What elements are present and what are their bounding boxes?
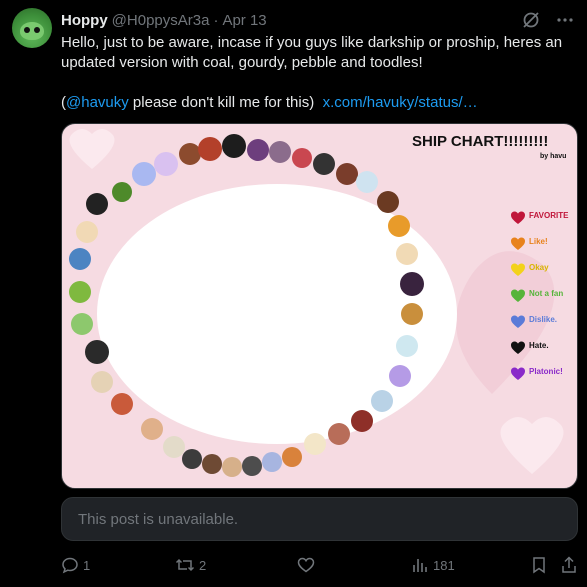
character-icon [396, 243, 418, 265]
header-separator: · [213, 11, 219, 29]
character-icon [401, 303, 423, 325]
unavailable-text: This post is unavailable. [78, 510, 239, 528]
character-icon [282, 447, 302, 467]
post-text: Hello, just to be aware, incase if you g… [61, 33, 581, 113]
reply-icon [62, 557, 78, 574]
heart-icon [297, 557, 315, 573]
legend-label: Hate. [529, 341, 549, 350]
legend-label: Platonic! [529, 367, 563, 376]
legend-label: FAVORITE [529, 211, 569, 220]
character-icon [371, 390, 393, 412]
legend-label: Okay [529, 263, 549, 272]
like-button[interactable] [297, 556, 319, 574]
reply-count: 1 [83, 557, 91, 573]
character-icon [389, 365, 411, 387]
character-icon [111, 393, 133, 415]
character-icon [304, 433, 326, 455]
author-display-name[interactable]: Hoppy [61, 12, 108, 29]
chart-byline: by havu [540, 153, 566, 160]
bookmark-icon [533, 557, 545, 574]
character-icon [377, 191, 399, 213]
character-icon [163, 436, 185, 458]
quoted-post-unavailable: This post is unavailable. [61, 497, 578, 541]
grok-icon[interactable] [521, 10, 541, 30]
view-count: 181 [433, 557, 455, 573]
analytics-icon [413, 559, 427, 572]
bg-heart-decoration [69, 129, 115, 169]
author-handle[interactable]: @H0ppysAr3a [112, 12, 210, 29]
chart-title: SHIP CHART!!!!!!!!! [412, 133, 548, 150]
character-icon [154, 152, 178, 176]
character-icon [351, 410, 373, 432]
post-text-line: updated version with coal, gourdy, pebbl… [61, 54, 423, 71]
character-icon [269, 141, 291, 163]
character-icon [85, 340, 109, 364]
avatar-eye-right [34, 27, 40, 33]
legend-label: Like! [529, 237, 548, 246]
character-icon [71, 313, 93, 335]
post-text-line: Hello, just to be aware, incase if you g… [61, 34, 563, 51]
views-button[interactable]: 181 [411, 556, 455, 574]
character-icon [396, 335, 418, 357]
legend-heart-icon [511, 237, 525, 250]
bg-heart-decoration [500, 417, 564, 474]
legend-label: Not a fan [529, 289, 563, 298]
post-date[interactable]: Apr 13 [222, 12, 266, 29]
character-icon [262, 452, 282, 472]
share-icon [562, 556, 576, 573]
legend-heart-icon [511, 367, 525, 380]
ship-chart-image[interactable]: SHIP CHART!!!!!!!!! by havu FAVORITE Like… [61, 123, 578, 489]
share-button[interactable] [561, 556, 577, 574]
character-icon [388, 215, 410, 237]
repost-icon [175, 558, 195, 572]
legend-label: Dislike. [529, 315, 557, 324]
character-icon [132, 162, 156, 186]
character-icon [400, 272, 424, 296]
mention-rest: please don't kill me for this) [128, 94, 315, 111]
mention-link[interactable]: @havuky [66, 94, 129, 111]
character-icon [356, 171, 378, 193]
character-icon [328, 423, 350, 445]
character-icon [182, 449, 202, 469]
character-icon [91, 371, 113, 393]
character-icon [86, 193, 108, 215]
legend-heart-icon [511, 211, 525, 224]
reply-button[interactable]: 1 [61, 556, 90, 574]
repost-button[interactable]: 2 [175, 556, 206, 574]
character-icon [179, 143, 201, 165]
character-icon [112, 182, 132, 202]
character-icon [198, 137, 222, 161]
character-icon [247, 139, 269, 161]
character-icon [202, 454, 222, 474]
status-link[interactable]: x.com/havuky/status/… [323, 94, 478, 111]
character-icon [292, 148, 312, 168]
character-icon [222, 134, 246, 158]
post-header: Hoppy @H0ppysAr3a · Apr 13 [61, 10, 577, 30]
character-icon [76, 221, 98, 243]
character-icon [336, 163, 358, 185]
bookmark-button[interactable] [531, 556, 547, 574]
character-icon [69, 248, 91, 270]
character-icon [313, 153, 335, 175]
author-avatar[interactable] [12, 8, 52, 48]
more-options-icon[interactable] [555, 10, 575, 30]
character-icon [222, 457, 242, 477]
avatar-eye-left [24, 27, 30, 33]
character-icon [141, 418, 163, 440]
action-bar: 1 2 181 [61, 553, 578, 577]
post-text-mention-line: (@havuky please don't kill me for this) … [61, 93, 581, 113]
character-icon [69, 281, 91, 303]
character-icon [242, 456, 262, 476]
repost-count: 2 [199, 557, 207, 573]
